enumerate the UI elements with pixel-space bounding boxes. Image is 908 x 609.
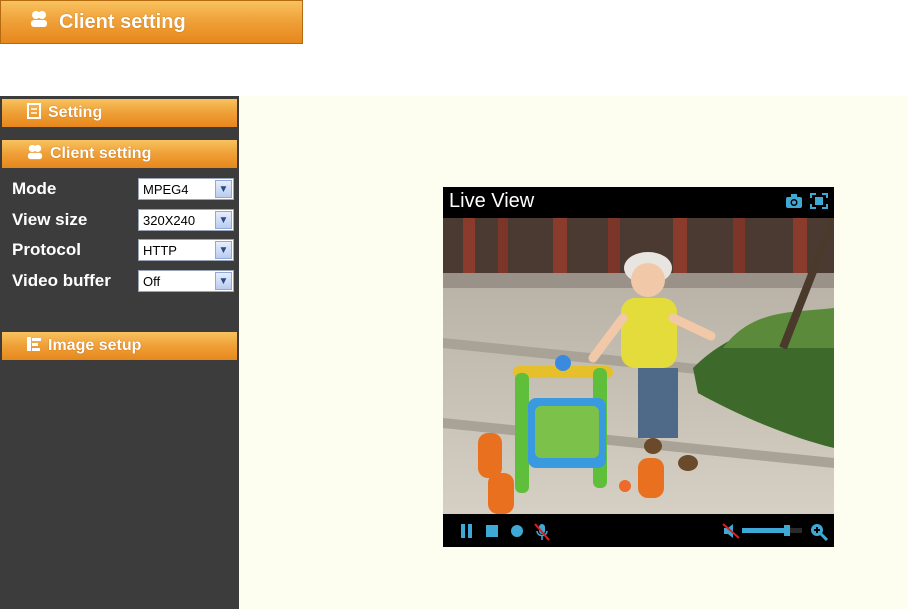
zoom-in-icon[interactable] xyxy=(810,523,829,546)
page-title: Client setting xyxy=(59,10,186,33)
mode-row: Mode MPEG4 ▼ xyxy=(12,176,236,202)
chevron-down-icon[interactable]: ▼ xyxy=(215,211,232,229)
record-icon[interactable] xyxy=(510,523,524,544)
volume-level-fill xyxy=(742,528,787,533)
microphone-muted-icon[interactable] xyxy=(534,523,550,546)
sidebar: Setting Client setting Mode MPEG4 ▼ View… xyxy=(0,96,239,609)
video-buffer-label: Video buffer xyxy=(12,271,111,290)
live-view-player: Live View xyxy=(443,187,834,547)
video-buffer-select[interactable]: Off ▼ xyxy=(138,270,234,292)
view-size-label: View size xyxy=(12,210,88,229)
video-buffer-row: Video buffer Off ▼ xyxy=(12,268,236,294)
sidebar-item-label: Image setup xyxy=(48,337,142,354)
fullscreen-icon[interactable] xyxy=(810,193,828,209)
stop-icon[interactable] xyxy=(485,523,499,544)
sidebar-item-label: Client setting xyxy=(50,145,152,162)
pause-icon[interactable] xyxy=(460,523,474,544)
chevron-down-icon[interactable]: ▼ xyxy=(215,272,232,290)
users-icon xyxy=(29,10,49,34)
view-size-value: 320X240 xyxy=(143,212,196,228)
volume-slider[interactable] xyxy=(742,525,802,536)
protocol-label: Protocol xyxy=(12,240,81,259)
mode-label: Mode xyxy=(12,179,57,198)
image-setup-icon xyxy=(26,336,42,357)
view-size-row: View size 320X240 ▼ xyxy=(12,207,236,233)
chevron-down-icon[interactable]: ▼ xyxy=(215,180,232,198)
sidebar-item-image-setup[interactable]: Image setup xyxy=(2,332,237,360)
protocol-value: HTTP xyxy=(143,242,177,258)
sidebar-item-setting[interactable]: Setting xyxy=(2,99,237,127)
page-title-banner: Client setting xyxy=(0,0,303,44)
users-icon xyxy=(26,144,44,165)
live-video-frame xyxy=(443,218,834,514)
sidebar-item-label: Setting xyxy=(48,104,103,121)
volume-slider-thumb[interactable] xyxy=(784,525,790,536)
mode-value: MPEG4 xyxy=(143,181,189,197)
mode-select[interactable]: MPEG4 ▼ xyxy=(138,178,234,200)
player-controls xyxy=(443,514,834,547)
document-icon xyxy=(26,102,42,124)
speaker-muted-icon[interactable] xyxy=(722,523,740,544)
video-buffer-value: Off xyxy=(143,273,161,289)
live-view-title: Live View xyxy=(449,190,535,212)
sidebar-item-client-setting[interactable]: Client setting xyxy=(2,140,237,168)
protocol-row: Protocol HTTP ▼ xyxy=(12,237,236,263)
view-size-select[interactable]: 320X240 ▼ xyxy=(138,209,234,231)
chevron-down-icon[interactable]: ▼ xyxy=(215,241,232,259)
protocol-select[interactable]: HTTP ▼ xyxy=(138,239,234,261)
camera-icon[interactable] xyxy=(785,193,803,209)
